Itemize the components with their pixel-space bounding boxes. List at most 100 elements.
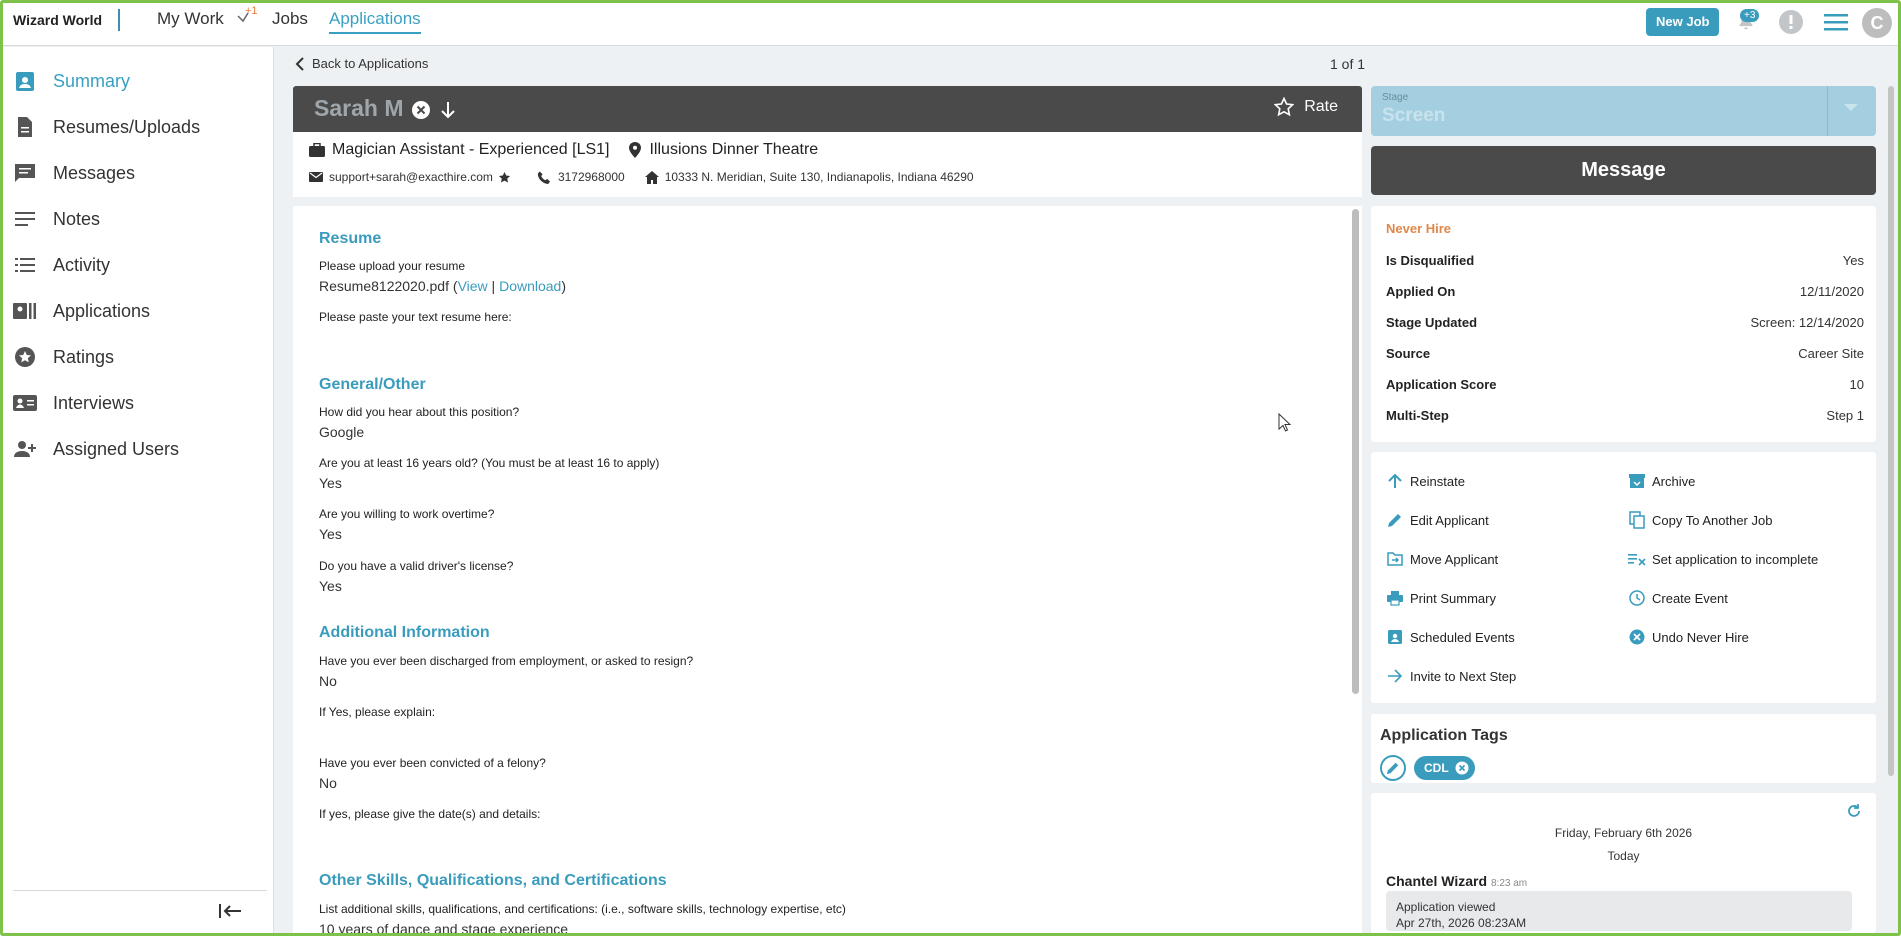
archive-icon bbox=[1628, 472, 1646, 490]
new-job-button[interactable]: New Job bbox=[1646, 8, 1720, 36]
calendar-user-icon bbox=[1386, 628, 1404, 646]
menu-icon[interactable] bbox=[1822, 8, 1850, 36]
chat-icon bbox=[13, 162, 37, 184]
sidebar-item-label: Notes bbox=[53, 208, 101, 229]
sidebar-item-applications[interactable]: Applications bbox=[13, 296, 268, 326]
brand-divider bbox=[118, 9, 120, 31]
resume-view-link[interactable]: View bbox=[458, 278, 488, 294]
activity-author: Chantel Wizard 8:23 am bbox=[1386, 873, 1528, 889]
message-button[interactable]: Message bbox=[1371, 146, 1876, 195]
section-skills-title: Other Skills, Qualifications, and Certif… bbox=[319, 872, 667, 889]
arrow-down-icon[interactable] bbox=[439, 100, 457, 120]
invite-next-step-action[interactable]: Invite to Next Step bbox=[1386, 667, 1516, 685]
stage-select[interactable]: Stage Screen bbox=[1371, 86, 1876, 136]
archive-action[interactable]: Archive bbox=[1628, 472, 1695, 490]
sidebar-item-label: Ratings bbox=[53, 346, 115, 367]
answer-1: Google bbox=[319, 424, 365, 440]
list-icon bbox=[13, 254, 37, 276]
star-outline-icon bbox=[1274, 97, 1295, 117]
collapse-sidebar-icon[interactable] bbox=[217, 900, 243, 922]
sidebar-item-activity[interactable]: Activity bbox=[13, 250, 268, 280]
create-event-action[interactable]: Create Event bbox=[1628, 589, 1728, 607]
user-avatar[interactable]: C bbox=[1862, 8, 1892, 38]
sidebar-item-label: Messages bbox=[53, 162, 136, 183]
nav-jobs[interactable]: Jobs bbox=[272, 9, 308, 29]
close-circle-icon[interactable] bbox=[411, 100, 431, 120]
pencil-icon bbox=[1386, 762, 1399, 775]
refresh-icon[interactable] bbox=[1846, 803, 1862, 819]
sidebar-item-notes[interactable]: Notes bbox=[13, 204, 268, 234]
sidebar-item-assigned-users[interactable]: Assigned Users bbox=[13, 434, 268, 464]
job-location: Illusions Dinner Theatre bbox=[649, 141, 819, 158]
job-title[interactable]: Magician Assistant - Experienced [LS1] bbox=[332, 141, 609, 159]
notes-icon bbox=[13, 208, 37, 230]
question-7: Have you ever been convicted of a felony… bbox=[319, 756, 546, 770]
right-panel-scrollbar[interactable] bbox=[1888, 86, 1894, 776]
applicant-header: Sarah M Rate bbox=[293, 86, 1362, 132]
stage-divider bbox=[1827, 86, 1828, 136]
content-scrollbar[interactable] bbox=[1352, 209, 1359, 694]
tag-chip: CDL bbox=[1414, 756, 1475, 780]
job-info: Magician Assistant - Experienced [LS1] I… bbox=[309, 141, 818, 159]
question-upload: Please upload your resume bbox=[319, 259, 466, 273]
question-2: Are you at least 16 years old? (You must… bbox=[319, 456, 660, 470]
resume-download-link[interactable]: Download bbox=[499, 278, 561, 294]
stage-label: Stage bbox=[1382, 92, 1409, 103]
activity-date: Friday, February 6th 2026 bbox=[1554, 826, 1693, 840]
answer-7: No bbox=[319, 775, 337, 791]
section-resume-title: Resume bbox=[319, 230, 382, 247]
question-3: Are you willing to work overtime? bbox=[319, 507, 495, 521]
home-icon bbox=[644, 170, 659, 184]
status-row: Application Score 10 bbox=[1386, 377, 1864, 392]
move-folder-icon bbox=[1386, 550, 1404, 568]
back-to-applications-link[interactable]: Back to Applications bbox=[294, 56, 428, 71]
question-5: Have you ever been discharged from emplo… bbox=[319, 654, 694, 668]
reinstate-action[interactable]: Reinstate bbox=[1386, 472, 1465, 490]
undo-never-hire-action[interactable]: Undo Never Hire bbox=[1628, 628, 1749, 646]
pencil-icon bbox=[1386, 511, 1404, 529]
edit-applicant-action[interactable]: Edit Applicant bbox=[1386, 511, 1489, 529]
activity-message-bubble: Application viewed Apr 27th, 2026 08:23A… bbox=[1386, 891, 1852, 931]
chevron-down-icon[interactable] bbox=[1844, 104, 1858, 111]
never-hire-label: Never Hire bbox=[1386, 221, 1452, 236]
nav-applications[interactable]: Applications bbox=[329, 9, 421, 34]
nav-my-work[interactable]: My Work bbox=[157, 9, 224, 29]
status-row: Stage Updated Screen: 12/14/2020 bbox=[1386, 315, 1864, 330]
edit-tags-button[interactable] bbox=[1380, 755, 1406, 781]
activity-feed-panel: Friday, February 6th 2026 Today Chantel … bbox=[1371, 793, 1876, 933]
set-incomplete-action[interactable]: Set application to incomplete bbox=[1628, 550, 1818, 568]
move-applicant-action[interactable]: Move Applicant bbox=[1386, 550, 1498, 568]
status-row: Multi-Step Step 1 bbox=[1386, 408, 1864, 423]
applicant-address: 10333 N. Meridian, Suite 130, Indianapol… bbox=[664, 170, 974, 184]
question-6: If Yes, please explain: bbox=[319, 705, 436, 719]
sidebar-item-ratings[interactable]: Ratings bbox=[13, 342, 268, 372]
remove-tag-icon[interactable] bbox=[1455, 761, 1469, 775]
brand-logo[interactable]: Wizard World bbox=[13, 12, 102, 28]
scheduled-events-action[interactable]: Scheduled Events bbox=[1386, 628, 1515, 646]
sidebar-item-summary[interactable]: Summary bbox=[13, 66, 268, 96]
applicant-name: Sarah M bbox=[314, 95, 404, 121]
copy-job-action[interactable]: Copy To Another Job bbox=[1628, 511, 1772, 529]
sidebar-item-label: Interviews bbox=[53, 392, 135, 413]
sidebar-item-interviews[interactable]: Interviews bbox=[13, 388, 268, 418]
sidebar-item-label: Activity bbox=[53, 254, 111, 275]
sidebar-item-resumes[interactable]: Resumes/Uploads bbox=[13, 112, 268, 142]
alert-icon[interactable] bbox=[1777, 8, 1805, 36]
rate-button[interactable]: Rate bbox=[1274, 97, 1338, 117]
print-summary-action[interactable]: Print Summary bbox=[1386, 589, 1496, 607]
answer-3: Yes bbox=[319, 526, 342, 542]
applicant-subheader: Magician Assistant - Experienced [LS1] I… bbox=[293, 132, 1362, 197]
star-icon[interactable] bbox=[498, 171, 511, 184]
sidebar-item-label: Applications bbox=[53, 300, 151, 321]
sidebar-item-label: Summary bbox=[53, 70, 131, 91]
status-row: Applied On 12/11/2020 bbox=[1386, 284, 1864, 299]
rate-label: Rate bbox=[1304, 98, 1338, 115]
printer-icon bbox=[1386, 589, 1404, 607]
my-work-badge: +1 bbox=[245, 5, 258, 17]
user-add-icon bbox=[13, 438, 37, 460]
status-row: Source Career Site bbox=[1386, 346, 1864, 361]
email-icon bbox=[309, 172, 323, 182]
sidebar-item-messages[interactable]: Messages bbox=[13, 158, 268, 188]
applicant-phone[interactable]: 3172968000 bbox=[558, 170, 625, 184]
applicant-email[interactable]: support+sarah@exacthire.com bbox=[329, 170, 493, 184]
